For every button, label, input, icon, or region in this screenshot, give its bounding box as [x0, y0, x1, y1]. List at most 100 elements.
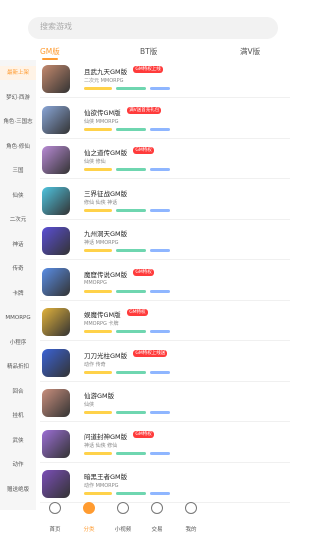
list-item[interactable]: 娱魔传GM版 GM特权 MMORPG 卡牌 — [40, 305, 290, 341]
category-sidebar: 最新上架梦幻·西游角色·三国志 角色·修仙三国仙侠二次元神话传奇卡牌 MMORPG 小… — [0, 60, 36, 510]
category-icon — [83, 502, 95, 514]
list-item[interactable]: 三界征战GM版 修仙 仙侠 神话 — [40, 184, 290, 220]
list-item[interactable]: 且武九天GM版 GM特权上线 二次元 MMORPG — [40, 62, 290, 98]
sidebar-item[interactable]: MMORPG — [0, 311, 36, 325]
sidebar-item[interactable]: 二次元 — [0, 213, 36, 227]
feature-bar — [116, 330, 146, 333]
nav-mine[interactable]: 我的 — [178, 502, 204, 535]
game-thumbnail[interactable] — [42, 186, 70, 215]
feature-bar — [116, 492, 146, 495]
list-item[interactable]: 问道封神GM版 GM特权神话 仙侠 修仙 — [40, 427, 290, 463]
feature-bars — [84, 87, 204, 91]
feature-bar — [84, 87, 112, 90]
feature-bar — [150, 451, 170, 455]
game-thumbnail[interactable] — [42, 470, 70, 498]
tab-gm-label: GM版 — [40, 47, 60, 56]
feature-bars — [84, 492, 204, 496]
feature-bar — [150, 411, 170, 414]
feature-bar — [116, 208, 146, 212]
list-item[interactable]: 仙之道传GM版 GM特权 仙侠 修仙 — [40, 143, 290, 179]
sidebar-item[interactable]: 回合 — [0, 385, 36, 399]
game-meta: 仙侠 修仙 — [84, 159, 106, 165]
sidebar-item[interactable]: 精品折扣 — [0, 360, 36, 374]
nav-category[interactable]: 分类 — [76, 502, 102, 535]
sidebar-item[interactable]: 最新上架 — [0, 66, 36, 80]
list-item[interactable]: 魔窟传说GM版 GM特权 MMORPG — [40, 265, 290, 301]
sidebar-item[interactable]: 卡牌 — [0, 287, 36, 301]
feature-bars — [84, 411, 204, 415]
game-thumbnail[interactable] — [42, 65, 70, 93]
feature-bar — [116, 127, 146, 131]
list-item[interactable]: 仙欲传GM版 满V送首充礼包 仙侠 MMORPG — [40, 103, 290, 139]
sidebar-item[interactable]: 角色·三国志 — [0, 115, 36, 129]
game-name: 魔窟传说GM版 — [84, 270, 128, 279]
game-name: 三界征战GM版 — [84, 189, 128, 198]
feature-bar — [84, 249, 112, 252]
sidebar-item[interactable]: 武侠 — [0, 434, 36, 448]
game-name: 仙游GM版 — [84, 392, 115, 400]
sidebar-item[interactable]: 梦幻·西游 — [0, 91, 36, 105]
game-meta: 二次元 MMORPG — [84, 78, 124, 84]
game-thumbnail[interactable] — [42, 348, 70, 377]
game-meta: 神话 MMORPG — [84, 240, 119, 246]
feature-bars — [84, 127, 204, 132]
sidebar-item[interactable]: 角色·修仙 — [0, 140, 36, 154]
tab-bt-label: BT版 — [140, 47, 158, 56]
game-meta: 动作 传奇 — [84, 361, 106, 368]
feature-bar — [150, 330, 170, 333]
list-item[interactable]: 暗黑王者GM版 动作 MMORPG — [40, 467, 290, 503]
tab-bt[interactable]: BT版 — [140, 46, 157, 57]
nav-video[interactable]: 小视频 — [110, 502, 136, 535]
feature-bars — [84, 208, 204, 213]
nav-home-label: 首页 — [49, 527, 61, 533]
game-meta: MMORPG 卡牌 — [84, 321, 119, 327]
trade-icon — [151, 502, 163, 514]
sidebar-item[interactable]: 赠送绝版 — [0, 483, 36, 497]
promo-badge: GM特权 — [133, 430, 154, 438]
sidebar-item[interactable]: 挂机 — [0, 409, 36, 423]
feature-bar — [150, 370, 170, 374]
feature-bar — [116, 411, 146, 414]
nav-category-label: 分类 — [83, 527, 95, 533]
tab-manv[interactable]: 满V版 — [240, 46, 260, 57]
sidebar-item[interactable]: 传奇 — [0, 262, 36, 276]
tab-gm[interactable]: GM版 — [40, 46, 60, 60]
feature-bars — [84, 168, 204, 172]
sidebar-item[interactable]: 三国 — [0, 164, 36, 178]
feature-bar — [84, 168, 112, 171]
feature-bar — [84, 370, 112, 374]
sidebar-item[interactable]: 仙侠 — [0, 189, 36, 203]
game-thumbnail[interactable] — [42, 389, 70, 417]
game-meta: MMORPG — [84, 279, 107, 286]
list-item[interactable]: 九州洞天GM版 神话 MMORPG — [40, 224, 290, 260]
search-bar[interactable]: 搜索游戏 — [28, 17, 278, 39]
sidebar-item[interactable]: 动作 — [0, 458, 36, 472]
promo-badge: GM特权 — [133, 268, 154, 276]
game-thumbnail[interactable] — [42, 308, 70, 336]
feature-bar — [116, 168, 146, 171]
sidebar-item[interactable]: 神话 — [0, 238, 36, 252]
feature-bar — [150, 208, 170, 212]
game-thumbnail[interactable] — [42, 146, 70, 174]
promo-badge: GM特权上线 — [133, 66, 163, 73]
list-item[interactable]: 仙游GM版 仙侠 — [40, 386, 290, 422]
game-name: 九州洞天GM版 — [84, 230, 128, 238]
game-thumbnail[interactable] — [42, 267, 70, 296]
feature-bars — [84, 330, 204, 334]
game-name: 问道封神GM版 — [84, 432, 128, 441]
sidebar-item[interactable]: 小程序 — [0, 336, 36, 350]
feature-bar — [116, 249, 146, 252]
list-item[interactable]: 刀刀光柱GM版 GM特权上线送 动作 传奇 — [40, 346, 290, 382]
game-meta: 神话 仙侠 修仙 — [84, 442, 118, 449]
game-thumbnail[interactable] — [42, 227, 70, 255]
search-input[interactable]: 搜索游戏 — [40, 21, 72, 32]
nav-video-label: 小视频 — [114, 527, 132, 533]
feature-bar — [84, 492, 112, 495]
game-thumbnail[interactable] — [42, 105, 70, 134]
game-thumbnail[interactable] — [42, 429, 70, 458]
nav-trade[interactable]: 交易 — [144, 502, 170, 535]
feature-bar — [150, 168, 170, 171]
tab-manv-label: 满V版 — [240, 47, 261, 56]
nav-home[interactable]: 首页 — [42, 502, 68, 535]
tab-underline — [42, 58, 58, 60]
